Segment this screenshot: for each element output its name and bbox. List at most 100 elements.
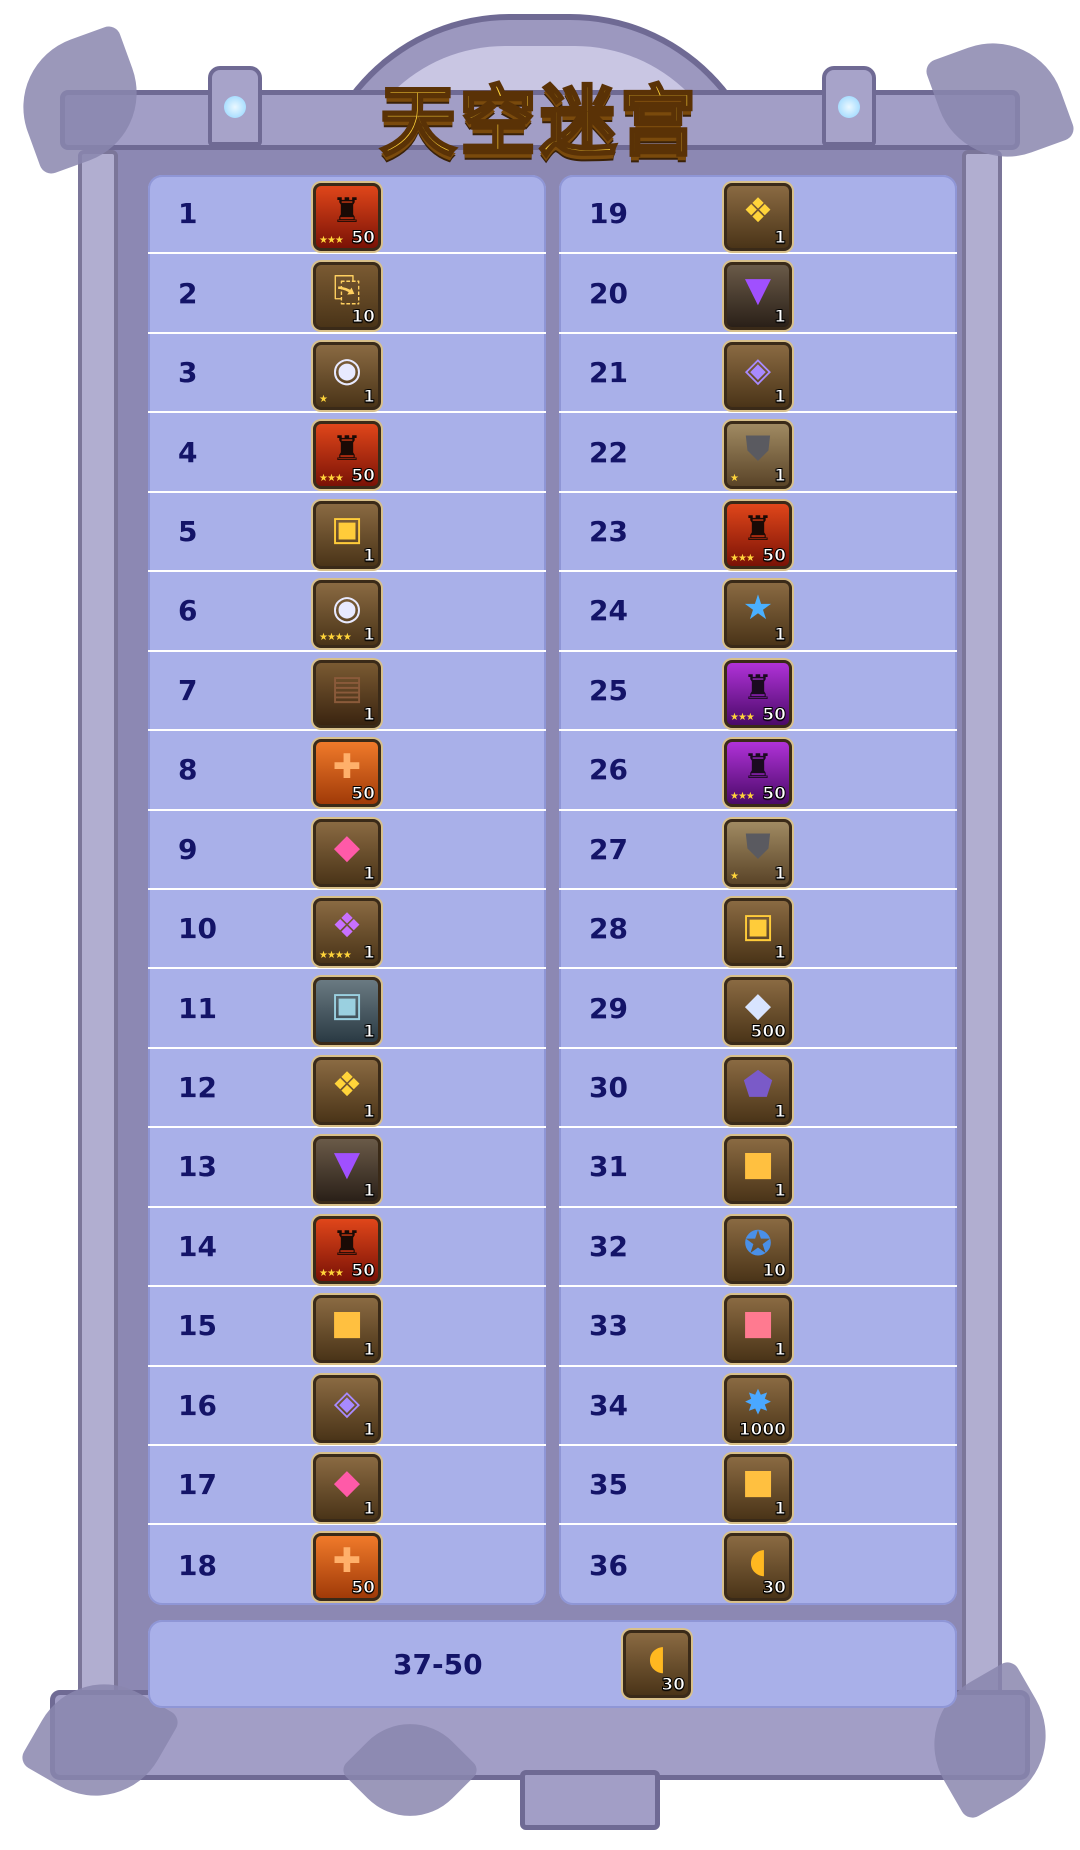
rank-row: 28 ▣ 1 bbox=[559, 890, 957, 970]
rank-label: 6 bbox=[178, 594, 198, 628]
reward-quantity: 1 bbox=[774, 307, 787, 328]
reward-item[interactable]: ◉ ★ 1 bbox=[313, 341, 381, 410]
rank-row: 25 ♜ ★★★ 50 bbox=[559, 652, 957, 732]
left-pillar bbox=[78, 150, 118, 1750]
reward-item[interactable]: ◆ 1 bbox=[313, 1454, 381, 1522]
rank-label: 20 bbox=[589, 276, 628, 310]
reward-quantity: 50 bbox=[351, 466, 376, 487]
reward-quantity: 10 bbox=[762, 1260, 787, 1281]
reward-item[interactable]: ■ 1 bbox=[313, 1295, 381, 1364]
star-rating: ★★★ bbox=[319, 473, 344, 485]
star-rating: ★★★ bbox=[730, 552, 755, 564]
reward-item[interactable]: ◆ 500 bbox=[724, 977, 792, 1046]
reward-quantity: 50 bbox=[762, 784, 787, 805]
reward-item[interactable]: ♜ ★★★ 50 bbox=[724, 739, 792, 808]
rank-row: 9 ◆ 1 bbox=[148, 811, 546, 890]
rank-label: 32 bbox=[589, 1229, 628, 1263]
reward-item[interactable]: ✚ 50 bbox=[313, 739, 381, 808]
star-rating: ★★★ bbox=[730, 711, 755, 723]
reward-item[interactable]: ✚ 50 bbox=[313, 1533, 381, 1602]
rank-label: 15 bbox=[178, 1309, 217, 1343]
rank-row: 11 ▣ 1 bbox=[148, 969, 546, 1049]
reward-item[interactable]: ⬟ 1 bbox=[724, 1056, 792, 1125]
reward-quantity: 1 bbox=[363, 1181, 376, 1202]
reward-item[interactable]: ▼ 1 bbox=[724, 262, 792, 331]
reward-item[interactable]: ▣ 1 bbox=[724, 897, 792, 966]
reward-item[interactable]: ◆ 1 bbox=[313, 818, 381, 887]
reward-item[interactable]: ■ 1 bbox=[724, 1454, 792, 1522]
reward-item[interactable]: ★ 1 bbox=[724, 580, 792, 649]
reward-quantity: 50 bbox=[762, 704, 787, 725]
rank-list-right: 19 ❖ 1 20 ▼ 1 21 ◈ 1 22 ⛊ ★ 1 23 ♜ ★★★ 50 24 ★ 1 25 ♜ ★★★ 50 26 ♜… bbox=[559, 175, 957, 1605]
reward-item[interactable]: ⛊ ★ 1 bbox=[724, 421, 792, 490]
reward-quantity: 50 bbox=[351, 784, 376, 805]
reward-quantity: 1 bbox=[363, 942, 376, 963]
reward-item[interactable]: ❖ ★★★★ 1 bbox=[313, 897, 381, 966]
reward-quantity: 1 bbox=[774, 386, 787, 407]
reward-item[interactable]: ■ 1 bbox=[724, 1295, 792, 1364]
rank-label: 26 bbox=[589, 753, 628, 787]
reward-item[interactable]: ⛊ ★ 1 bbox=[724, 818, 792, 887]
reward-quantity: 30 bbox=[762, 1578, 787, 1599]
rank-row: 2 ⎘ 10 bbox=[148, 254, 546, 334]
reward-item[interactable]: ❖ 1 bbox=[313, 1056, 381, 1125]
rank-label: 24 bbox=[589, 594, 628, 628]
reward-item[interactable]: ◖ 30 bbox=[623, 1630, 691, 1698]
reward-item[interactable]: ■ 1 bbox=[724, 1136, 792, 1205]
rank-label: 21 bbox=[589, 356, 628, 390]
rank-label: 2 bbox=[178, 276, 198, 310]
rank-label: 29 bbox=[589, 991, 628, 1025]
rank-label: 5 bbox=[178, 514, 198, 548]
rank-list-left: 1 ♜ ★★★ 50 2 ⎘ 10 3 ◉ ★ 1 4 ♜ ★★★ 50 5 ▣ 1 6 ◉ ★★★★ 1 7 ▤ 1 8 ✚ 50 9… bbox=[148, 175, 546, 1605]
reward-item[interactable]: ▣ 1 bbox=[313, 500, 381, 569]
reward-item[interactable]: ✪ 10 bbox=[724, 1215, 792, 1284]
reward-item[interactable]: ♜ ★★★ 50 bbox=[724, 500, 792, 569]
rank-row: 29 ◆ 500 bbox=[559, 969, 957, 1049]
rank-label: 10 bbox=[178, 912, 217, 946]
reward-item[interactable]: ▤ 1 bbox=[313, 659, 381, 728]
rank-row: 15 ■ 1 bbox=[148, 1287, 546, 1367]
reward-item[interactable]: ❖ 1 bbox=[724, 183, 792, 251]
rank-label: 11 bbox=[178, 991, 217, 1025]
rank-row: 36 ◖ 30 bbox=[559, 1525, 957, 1604]
reward-item[interactable]: ♜ ★★★ 50 bbox=[313, 1215, 381, 1284]
rank-row: 21 ◈ 1 bbox=[559, 334, 957, 414]
right-pillar bbox=[962, 150, 1002, 1750]
rank-label: 22 bbox=[589, 435, 628, 469]
reward-item[interactable]: ◈ 1 bbox=[313, 1374, 381, 1443]
reward-quantity: 1 bbox=[363, 863, 376, 884]
rank-row: 13 ▼ 1 bbox=[148, 1128, 546, 1208]
reward-item[interactable]: ▼ 1 bbox=[313, 1136, 381, 1205]
reward-quantity: 50 bbox=[351, 1260, 376, 1281]
reward-quantity: 50 bbox=[351, 1578, 376, 1599]
rank-row: 20 ▼ 1 bbox=[559, 254, 957, 334]
lamp-left-icon bbox=[208, 66, 262, 146]
reward-item[interactable]: ♜ ★★★ 50 bbox=[313, 183, 381, 251]
reward-item[interactable]: ◈ 1 bbox=[724, 341, 792, 410]
reward-item[interactable]: ◉ ★★★★ 1 bbox=[313, 580, 381, 649]
reward-quantity: 1 bbox=[363, 1419, 376, 1440]
rank-label: 14 bbox=[178, 1229, 217, 1263]
reward-quantity: 1 bbox=[363, 1022, 376, 1043]
reward-item[interactable]: ◖ 30 bbox=[724, 1533, 792, 1602]
reward-quantity: 10 bbox=[351, 307, 376, 328]
rank-row: 5 ▣ 1 bbox=[148, 493, 546, 573]
rank-label: 8 bbox=[178, 753, 198, 787]
reward-item[interactable]: ✸ 1000 bbox=[724, 1374, 792, 1443]
reward-item[interactable]: ▣ 1 bbox=[313, 977, 381, 1046]
reward-item[interactable]: ♜ ★★★ 50 bbox=[724, 659, 792, 728]
reward-item[interactable]: ♜ ★★★ 50 bbox=[313, 421, 381, 490]
reward-item[interactable]: ⎘ 10 bbox=[313, 262, 381, 331]
rank-label: 16 bbox=[178, 1388, 217, 1422]
rank-row: 24 ★ 1 bbox=[559, 572, 957, 652]
rank-label: 23 bbox=[589, 514, 628, 548]
reward-quantity: 1 bbox=[363, 625, 376, 646]
rank-row: 33 ■ 1 bbox=[559, 1287, 957, 1367]
reward-quantity: 1 bbox=[774, 1340, 787, 1361]
rank-row: 34 ✸ 1000 bbox=[559, 1367, 957, 1446]
rank-row: 17 ◆ 1 bbox=[148, 1446, 546, 1526]
star-rating: ★★★ bbox=[730, 791, 755, 803]
rank-row: 6 ◉ ★★★★ 1 bbox=[148, 572, 546, 652]
rank-row: 27 ⛊ ★ 1 bbox=[559, 811, 957, 890]
star-rating: ★ bbox=[319, 393, 328, 405]
